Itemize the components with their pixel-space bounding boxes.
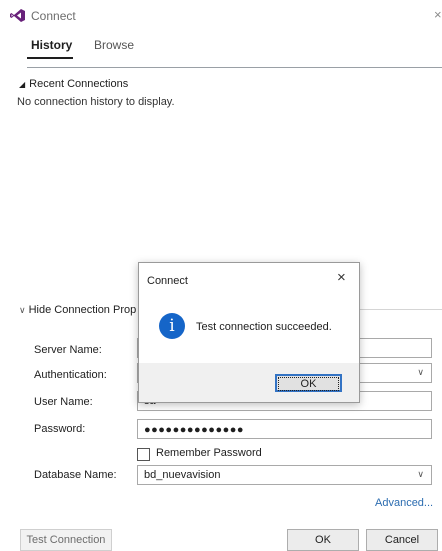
recent-connections-label: Recent Connections bbox=[29, 78, 129, 90]
recent-connections-toggle[interactable]: ◢ Recent Connections bbox=[19, 78, 128, 90]
remember-password-label[interactable]: Remember Password bbox=[156, 447, 262, 459]
chevron-down-icon: ∨ bbox=[19, 305, 26, 315]
collapse-triangle-icon: ◢ bbox=[19, 80, 26, 89]
database-name-label: Database Name: bbox=[34, 469, 117, 481]
message-box-title: Connect bbox=[147, 275, 188, 287]
chevron-down-icon: ∨ bbox=[417, 367, 424, 377]
no-history-text: No connection history to display. bbox=[17, 96, 175, 108]
window-title: Connect bbox=[31, 9, 76, 23]
database-name-select[interactable]: bd_nuevavision ∨ bbox=[137, 465, 432, 485]
info-icon: i bbox=[159, 313, 185, 339]
message-box-close-button[interactable]: × bbox=[337, 269, 346, 286]
tab-selected-indicator bbox=[27, 57, 73, 59]
message-box-ok-label: OK bbox=[278, 377, 339, 391]
user-name-label: User Name: bbox=[34, 396, 93, 408]
hide-connection-properties-label: Hide Connection Prop bbox=[28, 304, 137, 316]
message-box-footer: OK bbox=[139, 363, 359, 402]
password-label: Password: bbox=[34, 423, 86, 435]
advanced-link[interactable]: Advanced... bbox=[375, 497, 433, 509]
server-name-label: Server Name: bbox=[34, 344, 102, 356]
cancel-button[interactable]: Cancel bbox=[366, 529, 438, 551]
test-connection-button[interactable]: Test Connection bbox=[20, 529, 112, 551]
message-box-ok-button[interactable]: OK bbox=[275, 374, 342, 392]
message-box-text: Test connection succeeded. bbox=[196, 321, 332, 333]
tab-divider bbox=[27, 67, 442, 68]
ok-button[interactable]: OK bbox=[287, 529, 359, 551]
authentication-label: Authentication: bbox=[34, 369, 107, 381]
database-name-value: bd_nuevavision bbox=[144, 469, 221, 481]
window-close-button[interactable]: × bbox=[434, 7, 442, 22]
hide-connection-properties-toggle[interactable]: ∨ Hide Connection Prop bbox=[19, 304, 136, 316]
tab-browse[interactable]: Browse bbox=[94, 38, 134, 52]
visual-studio-logo-icon bbox=[10, 9, 25, 22]
message-box-dialog: Connect × i Test connection succeeded. O… bbox=[138, 262, 360, 403]
tab-history[interactable]: History bbox=[31, 38, 72, 52]
password-input[interactable]: ●●●●●●●●●●●●●● bbox=[137, 419, 432, 439]
chevron-down-icon: ∨ bbox=[417, 469, 424, 479]
remember-password-checkbox[interactable] bbox=[137, 448, 150, 461]
